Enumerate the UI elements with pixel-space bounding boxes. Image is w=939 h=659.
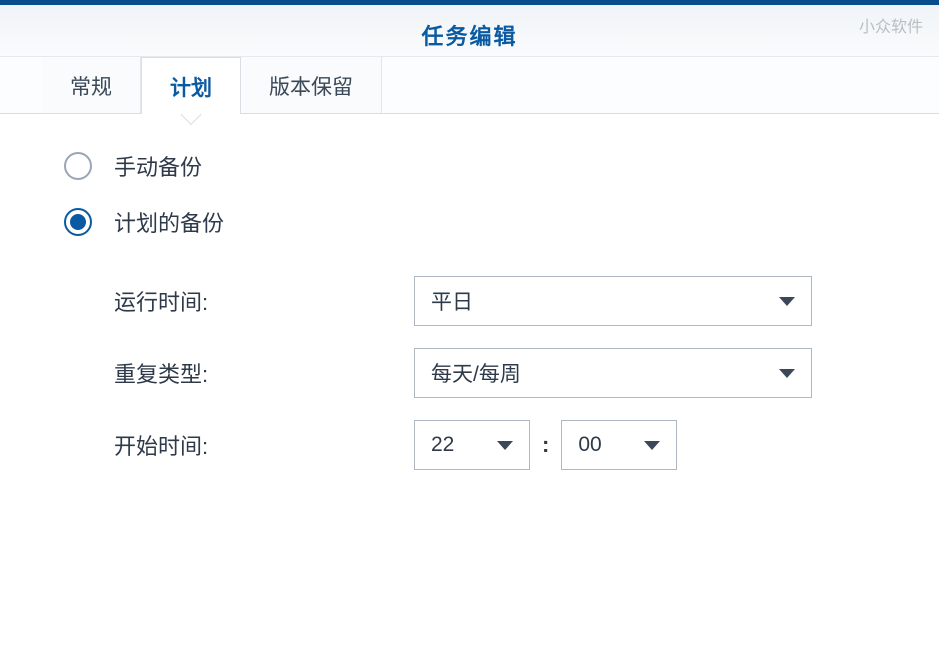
chevron-down-icon: [779, 297, 795, 306]
radio-icon: [64, 208, 92, 236]
radio-manual-backup[interactable]: 手动备份: [64, 150, 915, 182]
select-start-hour[interactable]: 22: [414, 420, 530, 470]
tab-version-retention[interactable]: 版本保留: [241, 57, 382, 113]
select-start-hour-value: 22: [431, 433, 454, 457]
window-title: 任务编辑: [421, 19, 517, 51]
select-run-time-value: 平日: [431, 286, 473, 316]
radio-scheduled-backup[interactable]: 计划的备份: [64, 206, 915, 238]
tab-schedule[interactable]: 计划: [141, 57, 241, 114]
label-run-time: 运行时间:: [114, 285, 414, 317]
radio-dot: [70, 214, 86, 230]
chevron-down-icon: [644, 441, 660, 450]
row-repeat-type: 重复类型: 每天/每周: [64, 348, 915, 398]
radio-icon: [64, 152, 92, 180]
window-header: 任务编辑 小众软件: [0, 5, 939, 57]
tab-general[interactable]: 常规: [42, 57, 141, 113]
radio-scheduled-label: 计划的备份: [114, 206, 224, 238]
tab-bar: 常规 计划 版本保留: [0, 57, 939, 114]
radio-manual-label: 手动备份: [114, 150, 202, 182]
row-run-time: 运行时间: 平日: [64, 276, 915, 326]
label-start-time: 开始时间:: [114, 429, 414, 461]
watermark-text: 小众软件: [859, 13, 923, 37]
time-picker-group: 22 : 00: [414, 420, 677, 470]
select-run-time[interactable]: 平日: [414, 276, 812, 326]
select-start-minute[interactable]: 00: [561, 420, 677, 470]
select-repeat-type-value: 每天/每周: [431, 358, 521, 388]
label-repeat-type: 重复类型:: [114, 357, 414, 389]
chevron-down-icon: [497, 441, 513, 450]
time-separator: :: [542, 432, 549, 458]
tab-content-schedule: 手动备份 计划的备份 运行时间: 平日 重复类型: 每天/每周 开始时间: 22…: [0, 114, 939, 659]
chevron-down-icon: [779, 369, 795, 378]
select-start-minute-value: 00: [578, 433, 601, 457]
select-repeat-type[interactable]: 每天/每周: [414, 348, 812, 398]
row-start-time: 开始时间: 22 : 00: [64, 420, 915, 470]
